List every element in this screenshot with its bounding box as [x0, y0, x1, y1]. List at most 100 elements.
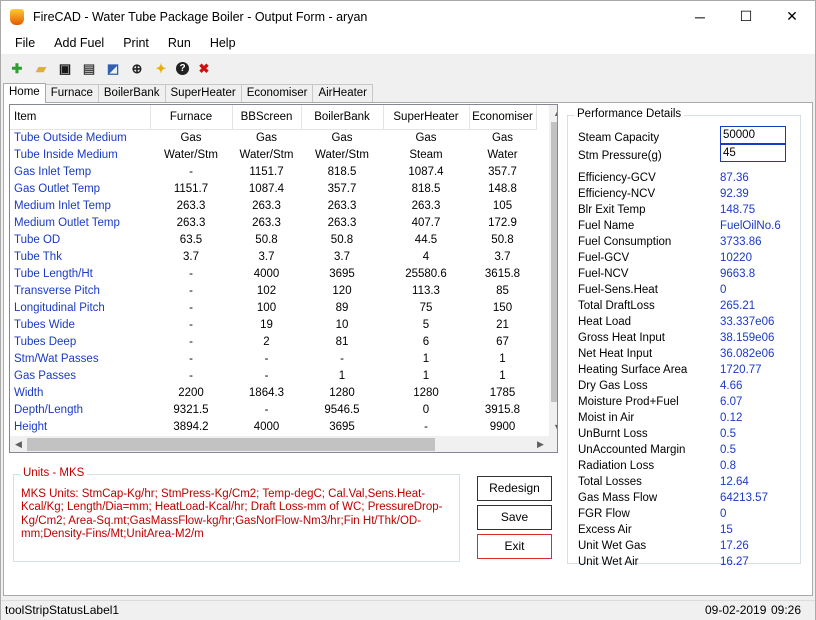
vertical-scrollbar[interactable]: ▲ ▼	[549, 105, 557, 436]
grid-cell: 3915.8	[484, 403, 521, 416]
minimize-button[interactable]: ─	[677, 1, 723, 32]
column-header[interactable]: BoilerBank	[301, 105, 384, 130]
grid-cell: 105	[492, 199, 513, 212]
scroll-right-icon[interactable]: ▶	[532, 436, 549, 452]
grid-cell: 148.8	[488, 182, 517, 195]
vertical-scroll-thumb[interactable]	[551, 122, 557, 402]
maximize-button[interactable]: ☐	[723, 1, 769, 32]
save-icon[interactable]: ▣	[56, 60, 74, 78]
horizontal-scrollbar[interactable]: ◀ ▶	[10, 436, 549, 452]
grid-cell: 1	[422, 352, 430, 365]
chart-icon[interactable]: ◩	[104, 60, 122, 78]
grid-cell: 50.8	[330, 233, 354, 246]
menu-add-fuel[interactable]: Add Fuel	[54, 36, 104, 50]
table-row[interactable]: Tube OD 63.5 50.8 50.8 44.5 50.8	[10, 231, 536, 248]
steam-capacity-field[interactable]: 50000	[720, 126, 786, 144]
grid-cell: 263.3	[176, 199, 206, 212]
table-row[interactable]: Width 2200 1864.3 1280 1280 1785	[10, 384, 536, 401]
tab-boilerbank[interactable]: BoilerBank	[97, 84, 166, 103]
tab-furnace[interactable]: Furnace	[44, 84, 99, 103]
add-icon[interactable]: ⊕	[128, 60, 146, 78]
table-row[interactable]: Tubes Deep - 2 81 6 67	[10, 333, 536, 350]
performance-value: 87.36	[720, 172, 749, 184]
grid-cell: 3.7	[258, 250, 275, 263]
row-label: Tube Length/Ht	[14, 267, 93, 280]
performance-label: Gas Mass Flow	[578, 492, 658, 504]
steam-pressure-field[interactable]: 45	[720, 144, 786, 162]
table-row[interactable]: Medium Outlet Temp 263.3 263.3 263.3 407.7 17…	[10, 214, 536, 231]
grid-cell: 1151.7	[249, 165, 284, 178]
column-header[interactable]: Economiser	[469, 105, 537, 130]
performance-row: Gas Mass Flow 64213.57	[578, 490, 798, 506]
column-header[interactable]: Item	[10, 105, 151, 130]
column-header[interactable]: BBScreen	[232, 105, 302, 130]
performance-row: Heating Surface Area 1720.77	[578, 362, 798, 378]
horizontal-scroll-thumb[interactable]	[27, 438, 435, 451]
row-label: Medium Outlet Temp	[14, 216, 120, 229]
performance-label: Blr Exit Temp	[578, 204, 646, 216]
table-row[interactable]: Tube Outside Medium Gas Gas Gas Gas Gas	[10, 129, 536, 146]
table-row[interactable]: Height 3894.2 4000 3695 - 9900	[10, 418, 536, 435]
scroll-down-icon[interactable]: ▼	[549, 419, 557, 436]
menu-print[interactable]: Print	[123, 36, 149, 50]
grid-cell: 818.5	[327, 165, 357, 178]
table-row[interactable]: Stm/Wat Passes - - - 1 1	[10, 350, 536, 367]
performance-value: 148.75	[720, 204, 756, 216]
run-icon[interactable]: ✦	[152, 60, 170, 78]
redesign-button[interactable]: Redesign	[477, 476, 552, 501]
grid-cell: 357.7	[327, 182, 357, 195]
scroll-left-icon[interactable]: ◀	[10, 436, 27, 452]
exit-button[interactable]: Exit	[477, 534, 552, 559]
performance-value: FuelOilNo.6	[720, 220, 781, 232]
grid-cell: -	[189, 369, 193, 382]
performance-row: Gross Heat Input 38.159e06	[578, 330, 798, 346]
open-folder-icon[interactable]: ▰	[32, 60, 50, 78]
performance-label: FGR Flow	[578, 508, 630, 520]
tab-airheater[interactable]: AirHeater	[312, 84, 374, 103]
grid-cell: 100	[256, 301, 277, 314]
help-icon[interactable]: ?	[176, 62, 189, 75]
column-header[interactable]: Furnace	[150, 105, 233, 130]
performance-label: Total Losses	[578, 476, 642, 488]
table-row[interactable]: Tube Length/Ht - 4000 3695 25580.6 3615.8	[10, 265, 536, 282]
table-row[interactable]: Medium Inlet Temp 263.3 263.3 263.3 263.3 105	[10, 197, 536, 214]
table-row[interactable]: Depth/Length 9321.5 - 9546.5 0 3915.8	[10, 401, 536, 418]
table-row[interactable]: Tubes Wide - 19 10 5 21	[10, 316, 536, 333]
grid-cell: 818.5	[411, 182, 441, 195]
grid-cell: -	[189, 318, 193, 331]
grid-cell: 263.3	[411, 199, 441, 212]
table-row[interactable]: Tube Inside Medium Water/Stm Water/Stm Wate…	[10, 146, 536, 163]
tab-superheater[interactable]: SuperHeater	[164, 84, 242, 103]
table-row[interactable]: Gas Passes - - 1 1 1	[10, 367, 536, 384]
status-time: 09:26	[771, 603, 802, 617]
output-data-grid[interactable]: Item Furnace BBScreen BoilerBank SuperHeater…	[9, 104, 558, 453]
performance-row: Efficiency-NCV 92.39	[578, 186, 798, 202]
tab-economiser[interactable]: Economiser	[240, 84, 314, 103]
close-window-button[interactable]: ✕	[769, 1, 815, 32]
row-label: Height	[14, 420, 48, 433]
table-row[interactable]: Tube Thk 3.7 3.7 3.7 4 3.7	[10, 248, 536, 265]
performance-details-groupbox: Performance Details Steam Capacity 50000 S…	[567, 108, 801, 568]
table-row[interactable]: Gas Outlet Temp 1151.7 1087.4 357.7 818.5 148…	[10, 180, 536, 197]
tab-home[interactable]: Home	[3, 83, 46, 103]
units-groupbox: Units - MKS MKS Units: StmCap-Kg/hr; Stm…	[13, 467, 460, 562]
menu-run[interactable]: Run	[168, 36, 191, 50]
table-row[interactable]: Transverse Pitch - 102 120 113.3 85	[10, 282, 536, 299]
row-label: Stm/Wat Passes	[14, 352, 99, 365]
grid-cell: 9546.5	[324, 403, 360, 416]
column-header[interactable]: SuperHeater	[383, 105, 470, 130]
table-row[interactable]: Gas Inlet Temp - 1151.7 818.5 1087.4 357.7	[10, 163, 536, 180]
menu-help[interactable]: Help	[210, 36, 236, 50]
print-icon[interactable]: ▤	[80, 60, 98, 78]
scroll-up-icon[interactable]: ▲	[549, 105, 557, 122]
table-row[interactable]: Longitudinal Pitch - 100 89 75 150	[10, 299, 536, 316]
menu-file[interactable]: File	[15, 36, 35, 50]
scrollbar-corner	[549, 436, 557, 452]
new-icon[interactable]: ✚	[8, 60, 26, 78]
grid-cell: 263.3	[327, 216, 357, 229]
performance-value: 10220	[720, 252, 752, 264]
save-button[interactable]: Save	[477, 505, 552, 530]
close-icon[interactable]: ✖	[195, 60, 213, 78]
grid-cell: Gas	[491, 131, 514, 144]
firecad-app-icon	[10, 8, 24, 25]
